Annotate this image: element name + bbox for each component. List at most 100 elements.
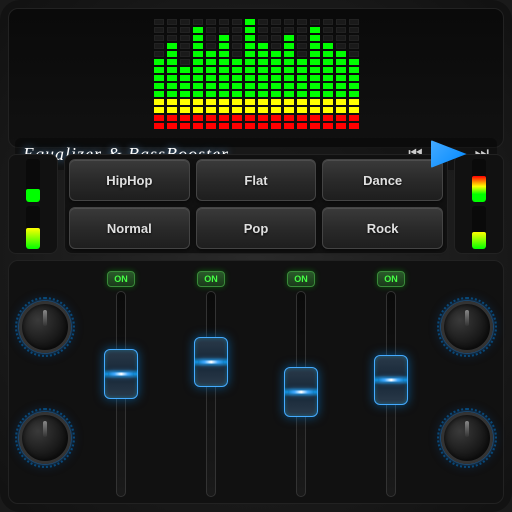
bar-seg: [271, 43, 281, 49]
bar-seg: [271, 67, 281, 73]
left-knob-bottom-outer: [15, 408, 75, 468]
bar-seg: [258, 99, 268, 105]
volume-knob[interactable]: [441, 301, 493, 353]
bar-seg: [323, 43, 333, 49]
bar-seg: [258, 67, 268, 73]
bar-seg: [258, 51, 268, 57]
bar-seg: [284, 75, 294, 81]
bar-seg: [232, 107, 242, 113]
bar-seg: [323, 83, 333, 89]
bar-seg: [284, 35, 294, 41]
fader-handle-ch1[interactable]: [104, 349, 138, 399]
bar-seg: [154, 67, 164, 73]
fader-handle-ch2[interactable]: [194, 337, 228, 387]
bar-seg: [310, 59, 320, 65]
bar-seg: [245, 123, 255, 129]
bar-seg: [271, 27, 281, 33]
bar-seg: [219, 99, 229, 105]
bar-seg: [245, 59, 255, 65]
bar-seg: [180, 91, 190, 97]
preset-btn-flat[interactable]: Flat: [196, 159, 317, 201]
balance-knob[interactable]: [441, 412, 493, 464]
bar-seg: [245, 75, 255, 81]
bar-seg: [193, 59, 203, 65]
bar-seg: [219, 51, 229, 57]
bar-seg: [167, 123, 177, 129]
bar-seg: [154, 27, 164, 33]
bar-seg: [310, 51, 320, 57]
bar-seg: [258, 115, 268, 121]
bar-seg: [336, 67, 346, 73]
fader-handle-ch3[interactable]: [284, 367, 318, 417]
bar-seg: [297, 83, 307, 89]
preset-btn-pop[interactable]: Pop: [196, 207, 317, 249]
bar-seg: [258, 35, 268, 41]
bar-seg: [336, 27, 346, 33]
bar-seg: [167, 35, 177, 41]
bar-seg: [180, 83, 190, 89]
spectrum-col-15: [349, 19, 359, 130]
bar-seg: [232, 123, 242, 129]
bar-seg: [271, 91, 281, 97]
bar-seg: [180, 35, 190, 41]
bar-seg: [219, 123, 229, 129]
bar-seg: [284, 99, 294, 105]
bar-seg: [323, 91, 333, 97]
spectrum-col-3: [193, 19, 203, 130]
on-button-ch2[interactable]: ON: [197, 271, 225, 287]
middle-section: HipHopFlatDance NormalPopRock: [8, 154, 504, 254]
bar-seg: [193, 51, 203, 57]
on-button-ch3[interactable]: ON: [287, 271, 315, 287]
bar-seg: [336, 91, 346, 97]
bar-seg: [206, 67, 216, 73]
on-button-ch4[interactable]: ON: [377, 271, 405, 287]
spectrum-col-14: [336, 19, 346, 130]
bar-seg: [245, 43, 255, 49]
bar-seg: [154, 51, 164, 57]
bar-seg: [167, 115, 177, 121]
bar-seg: [258, 123, 268, 129]
preset-btn-hiphop[interactable]: HipHop: [69, 159, 190, 201]
bar-seg: [258, 83, 268, 89]
bar-seg: [323, 19, 333, 25]
vu-yellow-fill: [26, 228, 40, 250]
spectrum-col-0: [154, 19, 164, 130]
spectrum-col-2: [180, 19, 190, 130]
bar-seg: [193, 107, 203, 113]
preset-btn-dance[interactable]: Dance: [322, 159, 443, 201]
bar-seg: [206, 91, 216, 97]
bar-seg: [336, 123, 346, 129]
bar-seg: [349, 67, 359, 73]
fader-channel-ch1: ON: [79, 267, 163, 497]
preset-btn-rock[interactable]: Rock: [322, 207, 443, 249]
app-container: Equalizer & BassBooster ⏮ ⏭ HipHopFlatDa…: [0, 0, 512, 512]
bar-seg: [271, 75, 281, 81]
on-button-ch1[interactable]: ON: [107, 271, 135, 287]
preset-btn-normal[interactable]: Normal: [69, 207, 190, 249]
bar-seg: [180, 99, 190, 105]
bar-seg: [232, 19, 242, 25]
bar-seg: [271, 59, 281, 65]
bar-seg: [323, 27, 333, 33]
bar-seg: [219, 19, 229, 25]
bar-seg: [245, 115, 255, 121]
bar-seg: [180, 19, 190, 25]
bar-seg: [336, 83, 346, 89]
bar-seg: [167, 75, 177, 81]
bar-seg: [310, 91, 320, 97]
treble-knob[interactable]: [19, 412, 71, 464]
spectrum-col-10: [284, 19, 294, 130]
fader-track-ch3: [296, 291, 306, 497]
fader-handle-ch4[interactable]: [374, 355, 408, 405]
bar-seg: [310, 115, 320, 121]
bar-seg: [154, 107, 164, 113]
spectrum-col-7: [245, 19, 255, 130]
bar-seg: [206, 35, 216, 41]
bar-seg: [154, 91, 164, 97]
bar-seg: [206, 75, 216, 81]
bass-knob[interactable]: [19, 301, 71, 353]
bar-seg: [297, 107, 307, 113]
bar-seg: [271, 51, 281, 57]
fader-channel-ch2: ON: [169, 267, 253, 497]
bar-seg: [310, 123, 320, 129]
